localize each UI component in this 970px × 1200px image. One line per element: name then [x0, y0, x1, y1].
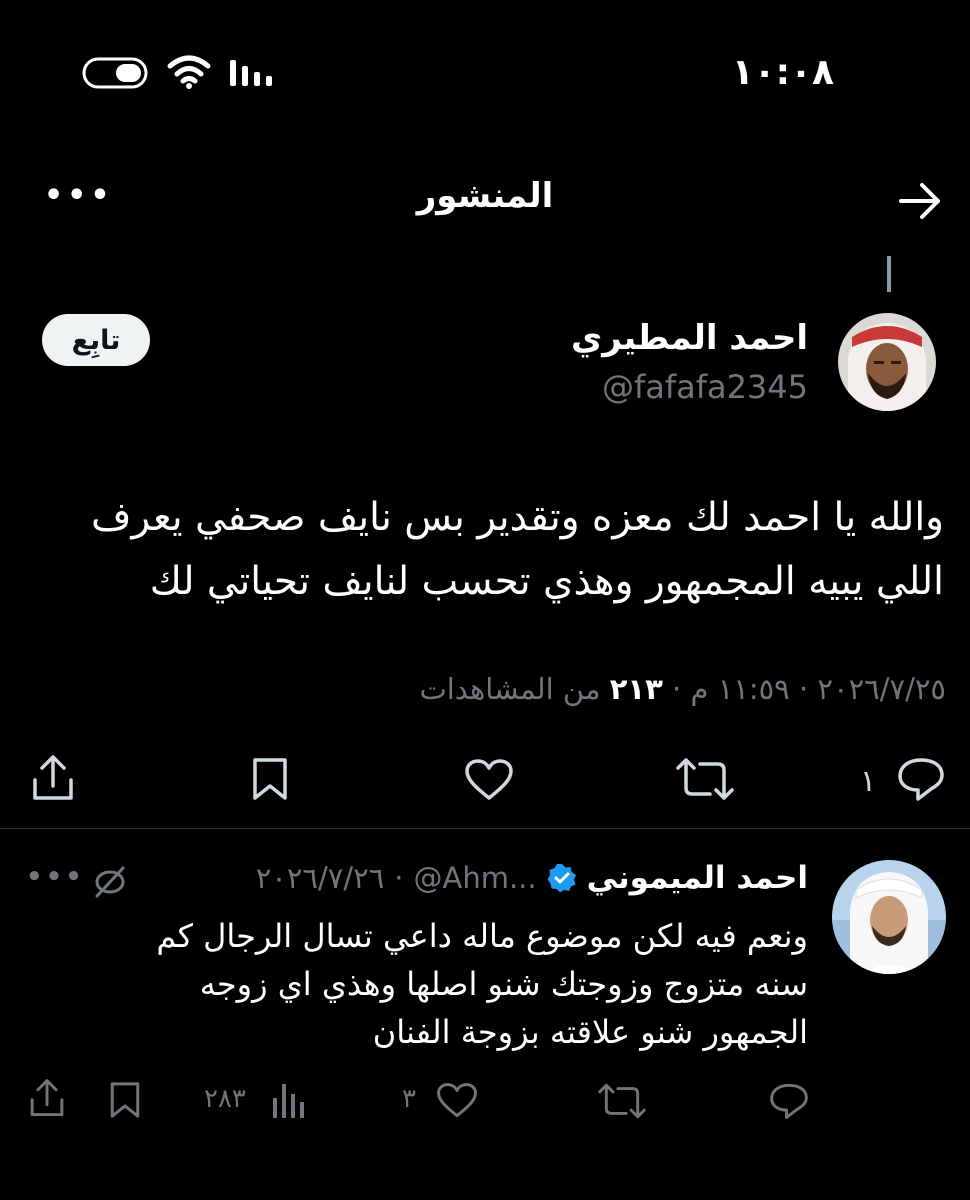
reply-likes-count: ٣: [402, 1084, 416, 1114]
post-time: ١١:٥٩ م: [690, 672, 790, 706]
author-name[interactable]: احمد المطيري: [571, 318, 808, 358]
signal-bars-icon: [228, 58, 278, 88]
low-power-toggle-icon: [82, 56, 150, 90]
reply-text-line: سنه متزوج وزوجتك شنو اصلها وهذي اي زوجه: [199, 965, 808, 1003]
reply-views-count: ٢٨٣: [204, 1084, 246, 1114]
views-count[interactable]: ٢١٣: [610, 672, 663, 706]
reply-retweet-icon[interactable]: [598, 1082, 646, 1120]
wifi-icon: [166, 54, 212, 90]
page-title: المنشور: [416, 176, 554, 216]
post-text: والله يا احمد لك معزه وتقدير بس نايف صحف…: [44, 486, 944, 614]
author-handle[interactable]: @fafafa2345: [602, 368, 808, 406]
follow-button[interactable]: تابِع: [42, 314, 150, 366]
author-avatar[interactable]: [838, 313, 936, 411]
reply-icon[interactable]: [896, 756, 946, 802]
post-date: ٢٠٢٦/٧/٢٥: [817, 672, 946, 706]
back-arrow-icon[interactable]: [898, 182, 942, 220]
like-heart-icon[interactable]: [464, 758, 514, 802]
post-text-line: اللي يبيه المجمهور وهذي تحسب لنايف تحيات…: [149, 559, 944, 604]
reply-bookmark-icon[interactable]: [108, 1080, 142, 1120]
reply-date: ٢٠٢٦/٧/٢٦: [255, 861, 385, 895]
reply-views-bars-icon[interactable]: [270, 1080, 306, 1120]
reply-count: ١: [860, 764, 877, 799]
thread-line: [887, 256, 891, 292]
reply-text-line: ونعم فيه لكن موضوع ماله داعي تسال الرجال…: [156, 917, 808, 955]
reply-text-line: الجمهور شنو علاقته بزوجة الفنان: [372, 1013, 808, 1051]
reply-header: احمد الميموني @Ahm... · ٢٠٢٦/٧/٢٦: [255, 860, 808, 896]
reply-author-name[interactable]: احمد الميموني: [587, 860, 808, 896]
reply-text: ونعم فيه لكن موضوع ماله داعي تسال الرجال…: [28, 912, 808, 1056]
post-text-line: والله يا احمد لك معزه وتقدير بس نايف صحف…: [91, 495, 944, 540]
views-label: من المشاهدات: [419, 672, 601, 706]
post-meta: ٢٠٢٦/٧/٢٥ · ١١:٥٩ م · ٢١٣ من المشاهدات: [419, 672, 946, 706]
status-time: ١٠:٠٨: [731, 52, 834, 93]
reply-author-avatar[interactable]: [832, 860, 946, 974]
share-icon[interactable]: [30, 754, 76, 802]
bookmark-icon[interactable]: [250, 756, 290, 802]
reply-share-icon[interactable]: [28, 1078, 66, 1118]
reply-reply-icon[interactable]: [768, 1082, 810, 1120]
reply-author-handle[interactable]: @Ahm...: [414, 861, 537, 895]
muted-notifications-icon[interactable]: [92, 864, 128, 900]
retweet-icon[interactable]: [676, 756, 734, 802]
status-bar: ١٠:٠٨: [0, 40, 970, 110]
reply-more-options-icon[interactable]: •••: [26, 862, 85, 892]
divider: [0, 828, 970, 829]
reply-like-heart-icon[interactable]: [436, 1082, 478, 1119]
verified-badge-icon: [547, 863, 577, 893]
